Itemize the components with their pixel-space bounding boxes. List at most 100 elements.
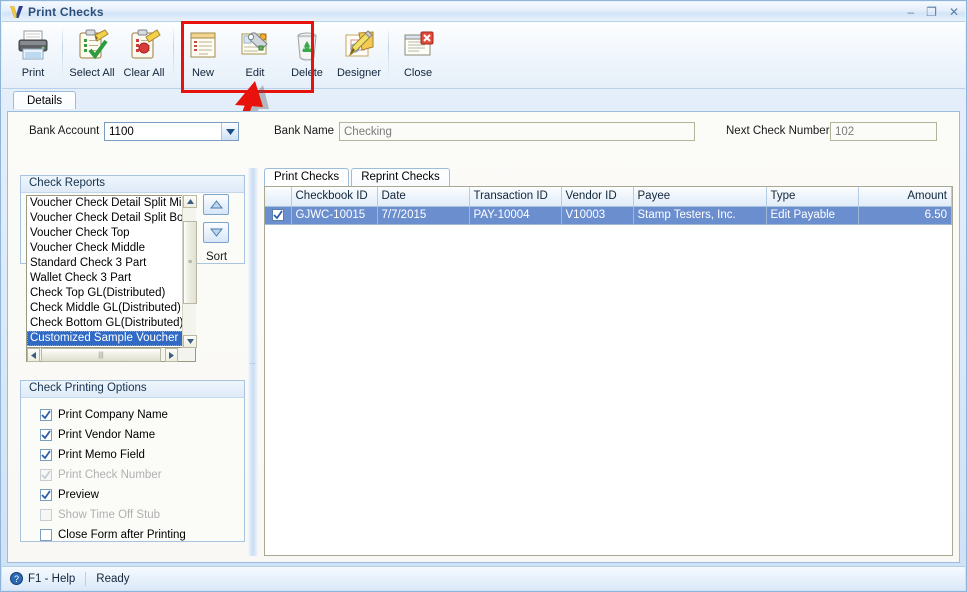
application-window: Print Checks – ❐ ✕ Print Select All Clea… xyxy=(0,0,967,592)
list-item[interactable]: Voucher Check Middle xyxy=(27,241,195,256)
status-separator xyxy=(85,571,87,586)
checkbox-icon[interactable] xyxy=(40,408,52,421)
row-select-checkbox[interactable] xyxy=(265,206,292,225)
list-item[interactable]: Check Top GL(Distributed) xyxy=(27,286,195,301)
recycle-bin-icon xyxy=(290,27,324,63)
checkbox-icon[interactable] xyxy=(271,208,284,221)
col-type[interactable]: Type xyxy=(766,187,859,207)
listbox-vertical-scrollbar[interactable]: ≡ xyxy=(182,195,197,348)
form-field-row: Bank Account 1100 Bank Name Checking Nex… xyxy=(8,112,959,154)
cell-date: 7/7/2015 xyxy=(377,206,470,225)
clipboard-erase-icon xyxy=(127,27,161,63)
option-label: Preview xyxy=(58,488,99,501)
scroll-left-arrow-icon[interactable] xyxy=(27,348,40,362)
sort-label: Sort xyxy=(206,251,228,263)
bank-account-label: Bank Account xyxy=(29,125,100,137)
col-amount[interactable]: Amount xyxy=(858,187,952,207)
option-label: Print Company Name xyxy=(58,408,168,421)
bank-account-combo[interactable]: 1100 xyxy=(104,122,239,141)
svg-text:?: ? xyxy=(14,574,19,584)
list-item-selected[interactable]: Customized Sample Voucher Detail xyxy=(27,331,195,346)
list-item[interactable]: Check Middle GL(Distributed) xyxy=(27,301,195,316)
checkbox-icon[interactable] xyxy=(40,488,52,501)
sort-up-button[interactable] xyxy=(203,194,229,215)
client-area: Details Bank Account 1100 Bank Name Chec… xyxy=(7,91,960,563)
checkbox-icon[interactable] xyxy=(40,528,52,541)
new-document-icon xyxy=(186,27,220,63)
option-print-memo-field[interactable]: Print Memo Field xyxy=(40,446,145,463)
toolbar-button-delete[interactable]: Delete xyxy=(281,22,333,86)
list-item[interactable]: Check Bottom GL(Distributed) xyxy=(27,316,195,331)
grip-icon: ||| xyxy=(98,351,104,359)
scroll-thumb-horizontal[interactable]: ||| xyxy=(41,348,161,362)
check-reports-listbox[interactable]: Voucher Check Detail Split Middle Vouche… xyxy=(26,195,196,348)
window-controls: – ❐ ✕ xyxy=(907,6,965,18)
col-date[interactable]: Date xyxy=(377,187,470,207)
status-bar: ? F1 - Help Ready xyxy=(2,566,965,590)
tab-page-details: Bank Account 1100 Bank Name Checking Nex… xyxy=(7,111,960,563)
tab-reprint-checks[interactable]: Reprint Checks xyxy=(351,168,450,187)
close-window-icon xyxy=(401,27,435,63)
toolbar-button-edit[interactable]: Edit xyxy=(229,22,281,86)
scroll-thumb[interactable]: ≡ xyxy=(183,221,197,304)
check-icon xyxy=(41,489,51,499)
next-check-number-field[interactable]: 102 xyxy=(830,122,937,141)
designer-pencil-icon xyxy=(342,27,376,63)
option-print-check-number: Print Check Number xyxy=(40,466,162,483)
option-preview[interactable]: Preview xyxy=(40,486,99,503)
status-state-label: Ready xyxy=(96,572,130,585)
list-item[interactable]: Voucher Check Top xyxy=(27,226,195,241)
splitter-grip-icon: .. xyxy=(249,357,257,366)
toolbar-button-select-all[interactable]: Select All xyxy=(66,22,118,86)
option-show-time-off-stub: Show Time Off Stub xyxy=(40,506,160,523)
col-payee[interactable]: Payee xyxy=(633,187,767,207)
col-checkbook-id[interactable]: Checkbook ID xyxy=(291,187,378,207)
checkbox-icon[interactable] xyxy=(40,448,52,461)
toolbar-button-close[interactable]: Close xyxy=(392,22,444,86)
triangle-up-icon xyxy=(209,200,223,209)
maximize-button[interactable]: ❐ xyxy=(926,6,937,18)
checks-grid[interactable]: Checkbook ID Date Transaction ID Vendor … xyxy=(264,186,953,556)
check-icon xyxy=(273,210,283,220)
listbox-horizontal-scrollbar[interactable]: ||| xyxy=(26,348,196,362)
option-close-form-after-printing[interactable]: Close Form after Printing xyxy=(40,526,186,543)
grid-panel: Print Checks Reprint Checks Checkbook ID… xyxy=(264,168,953,556)
toolbar-button-print[interactable]: Print xyxy=(7,22,59,86)
scroll-down-arrow-icon[interactable] xyxy=(183,335,197,348)
toolbar-button-designer[interactable]: Designer xyxy=(333,22,385,86)
wrench-edit-icon xyxy=(238,27,272,63)
checks-table: Checkbook ID Date Transaction ID Vendor … xyxy=(265,187,952,225)
vertical-splitter[interactable]: .. xyxy=(248,168,258,556)
toolbar-separator xyxy=(62,26,63,78)
chevron-down-icon[interactable] xyxy=(221,123,238,140)
close-button[interactable]: ✕ xyxy=(949,6,959,18)
toolbar-button-clear-all[interactable]: Clear All xyxy=(118,22,170,86)
status-help-label[interactable]: F1 - Help xyxy=(28,573,75,585)
scroll-right-arrow-icon[interactable] xyxy=(165,348,178,362)
col-transaction-id[interactable]: Transaction ID xyxy=(469,187,562,207)
option-print-company-name[interactable]: Print Company Name xyxy=(40,406,168,423)
sort-down-button[interactable] xyxy=(203,222,229,243)
toolbar-label-select-all: Select All xyxy=(69,67,115,79)
table-row[interactable]: GJWC-10015 7/7/2015 PAY-10004 V10003 Sta… xyxy=(265,206,952,225)
list-item[interactable]: Wallet Check 3 Part xyxy=(27,271,195,286)
grip-icon: ≡ xyxy=(187,259,193,266)
bank-name-field[interactable]: Checking xyxy=(339,122,695,141)
toolbar-button-new[interactable]: New xyxy=(177,22,229,86)
cell-transaction-id: PAY-10004 xyxy=(469,206,562,225)
toolbar-label-edit: Edit xyxy=(245,67,265,79)
list-item[interactable]: Voucher Check Detail Split Bottom xyxy=(27,211,195,226)
minimize-button[interactable]: – xyxy=(907,6,914,18)
help-question-icon[interactable]: ? xyxy=(10,572,23,585)
list-item[interactable]: Standard Check 3 Part xyxy=(27,256,195,271)
col-vendor-id[interactable]: Vendor ID xyxy=(561,187,634,207)
list-item[interactable]: Voucher Check Detail Split Middle xyxy=(27,196,195,211)
option-label: Print Memo Field xyxy=(58,448,145,461)
checkbox-icon[interactable] xyxy=(40,428,52,441)
col-select[interactable] xyxy=(265,187,292,207)
triangle-down-icon xyxy=(209,228,223,237)
option-print-vendor-name[interactable]: Print Vendor Name xyxy=(40,426,155,443)
tab-print-checks[interactable]: Print Checks xyxy=(264,168,350,187)
tab-details[interactable]: Details xyxy=(13,91,77,109)
scroll-up-arrow-icon[interactable] xyxy=(183,195,197,208)
